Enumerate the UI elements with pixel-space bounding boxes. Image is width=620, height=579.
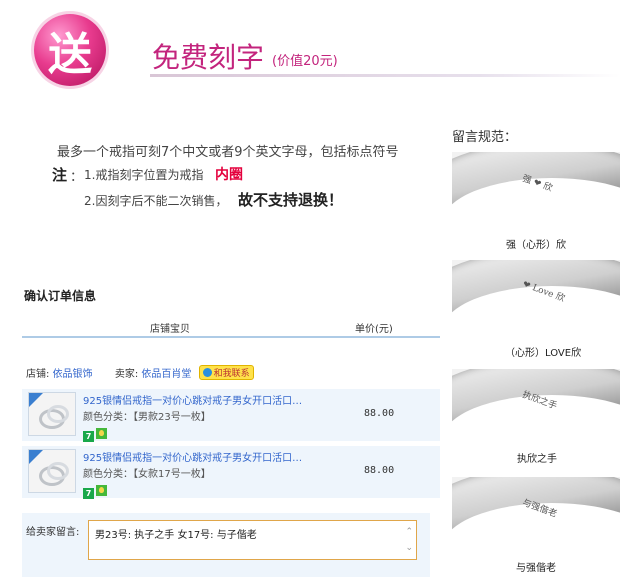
chevron-up-icon[interactable]: ⌃ xyxy=(405,527,413,537)
item-price: 88.00 xyxy=(364,408,395,419)
note-item-1-emphasis: 内圈 xyxy=(215,167,243,183)
seller-message-label: 给卖家留言: xyxy=(26,527,80,538)
order-item-row: 925银情侣戒指一对价心跳对戒子男女开口活口… 颜色分类：【男款23号一枚】 7… xyxy=(22,389,440,443)
engraving-example-image: ❤ Love 欣 xyxy=(452,260,620,332)
page-subtitle: (价值20元) xyxy=(272,54,338,69)
order-item-row: 925银情侣戒指一对价心跳对戒子男女开口活口… 颜色分类：【女款17号一枚】 7… xyxy=(22,446,440,500)
shop-name-link[interactable]: 依品银饰 xyxy=(53,369,93,380)
column-header-shop: 店铺宝贝 xyxy=(150,324,190,335)
chat-icon xyxy=(202,368,212,377)
note-label: 注 xyxy=(52,166,68,184)
seller-message-section: 给卖家留言: 男23号: 执子之手 女17号: 与子偕老 ⌃ ⌄ xyxy=(22,513,430,577)
shop-info-row: 店铺: 依品银饰 卖家: 依品百肖堂 和我联系 xyxy=(26,365,254,380)
engraving-example-image: 与强偕老 xyxy=(452,477,620,549)
engraving-limit-text: 最多一个戒指可刻7个中文或者9个英文字母，包括标点符号 xyxy=(57,145,399,160)
engraving-example-caption: （心形）LOVE欣 xyxy=(505,348,582,359)
tmall-7-icon: 7 xyxy=(83,431,94,442)
engraving-example-caption: 与强偕老 xyxy=(516,563,556,574)
seller-message-input[interactable]: 男23号: 执子之手 女17号: 与子偕老 ⌃ ⌄ xyxy=(88,520,417,560)
corner-ribbon xyxy=(29,393,43,407)
message-rules-title: 留言规范： xyxy=(452,130,518,145)
order-section-title: 确认订单信息 xyxy=(24,289,97,303)
note-colon: ： xyxy=(70,170,84,185)
engraving-example-image: 强 ❤ 欣 xyxy=(452,152,620,224)
page-title: 免费刻字 xyxy=(152,41,265,74)
ring-thumbnail-icon[interactable] xyxy=(28,449,76,493)
gift-icon xyxy=(96,428,107,439)
order-table-header: 店铺宝贝 单价(元) xyxy=(22,316,440,338)
gift-badge: 送 xyxy=(34,14,106,86)
note-item-2-emphasis: 故不支持退换！ xyxy=(238,191,344,209)
column-separator xyxy=(332,318,333,334)
item-title-link[interactable]: 925银情侣戒指一对价心跳对戒子男女开口活口… xyxy=(83,392,302,407)
seller-label: 卖家: xyxy=(114,369,139,380)
item-spec: 颜色分类：【女款17号一枚】 xyxy=(83,469,211,480)
contact-seller-button[interactable]: 和我联系 xyxy=(198,365,254,380)
engraving-example-image: 执欣之手 xyxy=(452,369,620,441)
header-divider xyxy=(150,74,620,77)
corner-ribbon xyxy=(29,450,43,464)
item-tags: 7 xyxy=(83,481,107,500)
gift-icon xyxy=(96,485,107,496)
note-item-2: 2.因刻字后不能二次销售， xyxy=(84,194,228,208)
item-title-link[interactable]: 925银情侣戒指一对价心跳对戒子男女开口活口… xyxy=(83,449,302,464)
engraving-example-caption: 强（心形）欣 xyxy=(506,240,566,251)
tmall-7-icon: 7 xyxy=(83,488,94,499)
contact-seller-label: 和我联系 xyxy=(213,369,250,379)
badge-char: 送 xyxy=(48,29,92,80)
item-spec: 颜色分类：【男款23号一枚】 xyxy=(83,412,211,423)
shop-label: 店铺: xyxy=(26,369,50,380)
item-price: 88.00 xyxy=(364,465,395,476)
ring-shape xyxy=(47,462,69,480)
note-item-1: 1.戒指刻字位置为戒指 xyxy=(84,168,204,182)
seller-message-text[interactable]: 男23号: 执子之手 女17号: 与子偕老 xyxy=(95,526,257,541)
item-tags: 7 xyxy=(83,424,107,443)
ring-thumbnail-icon[interactable] xyxy=(28,392,76,436)
chevron-down-icon[interactable]: ⌄ xyxy=(405,543,413,553)
column-header-price: 单价(元) xyxy=(355,324,393,335)
engraving-example-caption: 执欣之手 xyxy=(517,454,557,465)
ring-shape xyxy=(47,405,69,423)
seller-name-link[interactable]: 依品百肖堂 xyxy=(141,369,191,380)
